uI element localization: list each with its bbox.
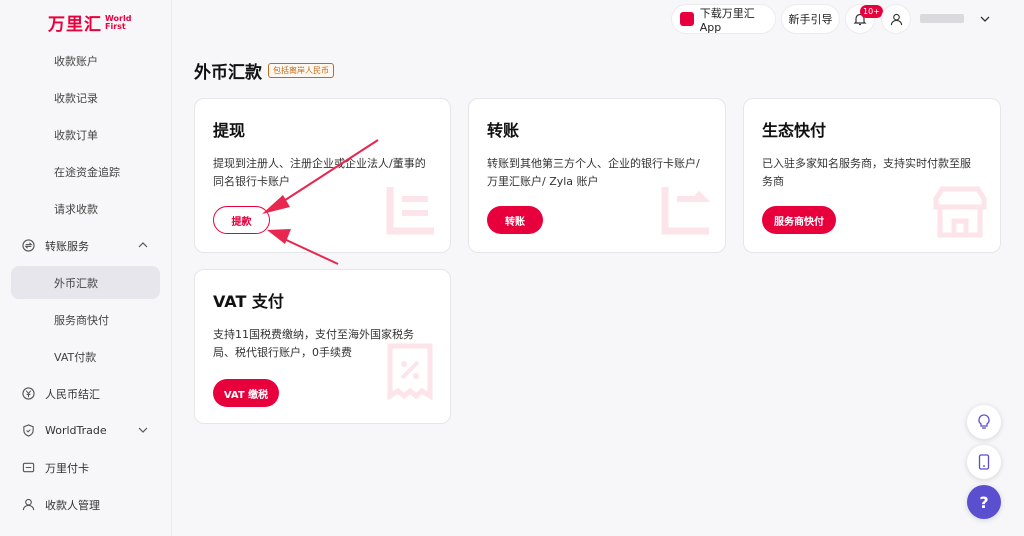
vat-pay-button[interactable]: VAT 缴税	[213, 379, 279, 407]
sidebar-item-label: 外币汇款	[54, 276, 98, 290]
sidebar-item-label: 万里付卡	[45, 461, 89, 475]
sidebar-item-rmb-settlement[interactable]: 人民币结汇	[0, 375, 172, 412]
logo-en-line2: First	[105, 21, 126, 31]
page-title: 外币汇款	[194, 63, 262, 83]
sidebar-item-label: 收款订单	[54, 128, 98, 142]
user-name-redacted[interactable]	[920, 14, 964, 23]
download-app-label: 下载万里汇App	[699, 6, 755, 34]
sidebar-item-receive-records[interactable]: 收款记录	[0, 79, 172, 116]
shop-watermark-icon	[933, 186, 987, 238]
card-desc-line1: 已入驻多家知名服务商，支持实时付款至服	[762, 157, 971, 170]
chevron-down-icon[interactable]	[980, 15, 990, 23]
card-desc-line1: 转账到其他第三方个人、企业的银行卡账户/	[487, 157, 700, 170]
card-desc-line2: 务商	[762, 175, 784, 188]
sidebar-menu: 收款账户 收款记录 收款订单 在途资金追踪 请求收款 转账服务 外币汇款 服务商…	[0, 42, 172, 523]
card-icon	[22, 462, 35, 473]
withdraw-card: 提现 提现到注册人、注册企业或企业法人/董事的 同名银行卡账户 提款	[194, 98, 451, 253]
provider-pay-button[interactable]: 服务商快付	[762, 206, 836, 234]
transfer-button-label: 转账	[505, 216, 525, 228]
phone-icon	[978, 454, 990, 470]
sidebar-item-label: 服务商快付	[54, 313, 109, 327]
logo[interactable]: 万里汇 World First	[48, 10, 131, 35]
card-desc-line2: 万里汇账户/ Zyla 账户	[487, 175, 599, 188]
transfer-card: 转账 转账到其他第三方个人、企业的银行卡账户/万里汇账户/ Zyla 账户 转账	[468, 98, 726, 253]
user-avatar-button[interactable]	[882, 5, 910, 33]
notification-badge: 10+	[860, 5, 883, 18]
sidebar-item-request-payment[interactable]: 请求收款	[0, 190, 172, 227]
sidebar-item-receive-account[interactable]: 收款账户	[0, 42, 172, 79]
chevron-up-icon	[138, 242, 148, 248]
sidebar-item-vat-pay[interactable]: VAT付款	[0, 338, 172, 375]
card-title: 转账	[487, 121, 520, 140]
tax-watermark-icon	[387, 343, 433, 400]
withdraw-button-label: 提款	[231, 216, 252, 228]
vat-card: VAT 支付 支持11国税费缴纳，支付至海外国家税务 局、税代银行账户，0手续费 …	[194, 269, 451, 424]
sidebar-item-label: WorldTrade	[45, 424, 107, 437]
guide-label: 新手引导	[788, 13, 833, 26]
card-title: VAT 支付	[213, 292, 284, 311]
card-desc-line2: 同名银行卡账户	[213, 175, 290, 188]
sidebar-item-receive-orders[interactable]: 收款订单	[0, 116, 172, 153]
withdraw-watermark-icon	[386, 187, 434, 235]
sidebar-item-provider-pay[interactable]: 服务商快付	[0, 301, 172, 338]
card-title: 生态快付	[762, 121, 827, 140]
logo-en: World First	[105, 14, 131, 31]
guide-button[interactable]: 新手引导	[782, 5, 839, 33]
sidebar-item-worldtrade[interactable]: WorldTrade	[0, 412, 172, 449]
sidebar-item-label: 转账服务	[45, 239, 89, 253]
logo-cn: 万里汇	[48, 15, 102, 35]
sidebar-item-funds-tracking[interactable]: 在途资金追踪	[0, 153, 172, 190]
vat-pay-button-label: VAT 缴税	[223, 389, 269, 401]
download-app-button[interactable]: 下载万里汇App	[672, 5, 775, 34]
page-title-row: 外币汇款 包括离岸人民币	[194, 58, 334, 83]
withdraw-button[interactable]: 提款	[213, 206, 270, 234]
shield-icon	[23, 424, 34, 437]
sidebar-item-label: 收款人管理	[45, 498, 100, 512]
provider-pay-button-label: 服务商快付	[774, 216, 824, 228]
tips-button[interactable]	[967, 405, 1001, 439]
app-icon	[680, 12, 694, 26]
sidebar-item-label: 收款账户	[54, 54, 98, 68]
sidebar-item-label: VAT付款	[54, 350, 97, 364]
sidebar-item-payee-management[interactable]: 收款人管理	[0, 486, 172, 523]
sidebar-item-transfer-services[interactable]: 转账服务	[0, 227, 172, 264]
help-icon: ?	[979, 492, 989, 512]
mobile-button[interactable]	[967, 445, 1001, 479]
eco-pay-card: 生态快付 已入驻多家知名服务商，支持实时付款至服 务商 服务商快付	[743, 98, 1001, 253]
lightbulb-icon	[978, 414, 990, 429]
sidebar-item-label: 在途资金追踪	[54, 165, 120, 179]
transfer-button[interactable]: 转账	[487, 206, 543, 234]
chevron-down-icon	[138, 427, 148, 433]
transfer-icon	[22, 239, 35, 252]
offshore-rmb-tag: 包括离岸人民币	[268, 63, 334, 78]
sidebar: 万里汇 World First 收款账户 收款记录 收款订单 在途资金追踪 请求…	[0, 0, 172, 536]
sidebar-item-foreign-remittance[interactable]: 外币汇款	[0, 264, 172, 301]
user-icon	[890, 13, 902, 25]
sidebar-item-label: 收款记录	[54, 91, 98, 105]
help-button[interactable]: ?	[967, 485, 1001, 519]
card-title: 提现	[213, 121, 246, 140]
card-desc-line1: 提现到注册人、注册企业或企业法人/董事的	[213, 157, 426, 170]
user-icon	[22, 498, 35, 511]
sidebar-item-label: 请求收款	[54, 202, 98, 216]
card-desc-line2: 局、税代银行账户，0手续费	[213, 346, 352, 359]
transfer-watermark-icon	[661, 187, 711, 235]
yuan-icon	[22, 387, 35, 400]
sidebar-item-card[interactable]: 万里付卡	[0, 449, 172, 486]
sidebar-item-label: 人民币结汇	[45, 387, 100, 401]
